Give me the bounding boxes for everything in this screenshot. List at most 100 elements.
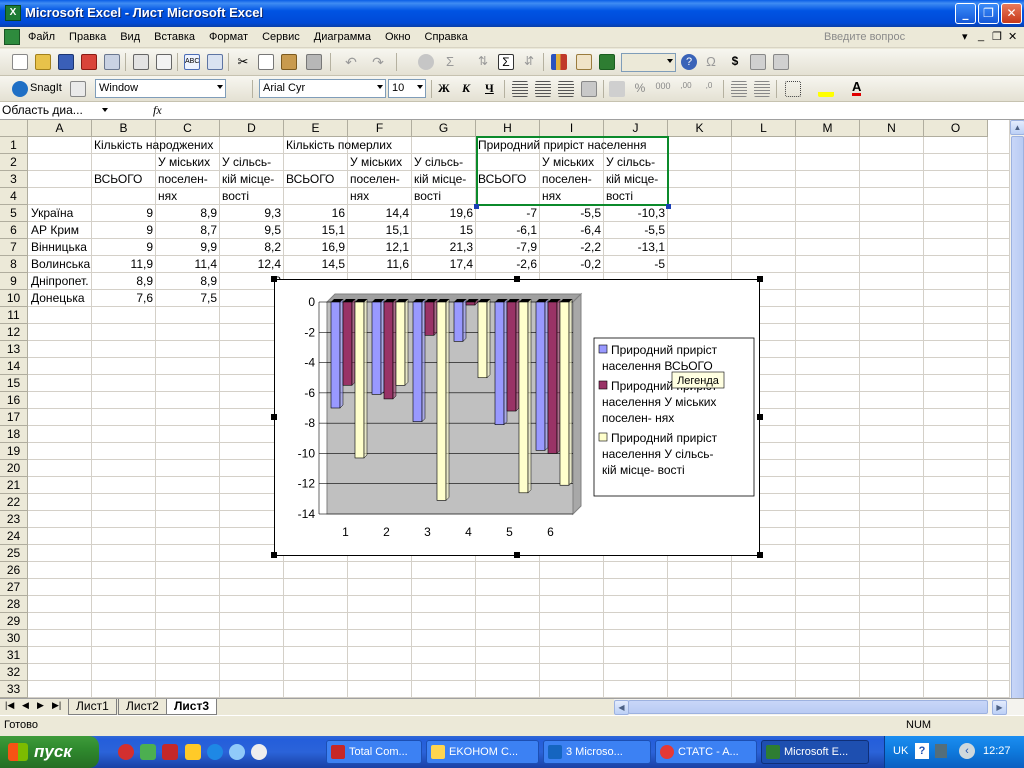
value-cell[interactable]: 14,5 xyxy=(284,256,345,272)
new-document-icon[interactable] xyxy=(12,54,28,70)
row-header[interactable]: 6 xyxy=(0,222,28,239)
row-header[interactable]: 13 xyxy=(0,341,28,358)
menu-format[interactable]: Формат xyxy=(209,31,248,43)
bar-2[interactable] xyxy=(342,301,353,386)
bar-1[interactable] xyxy=(330,301,341,409)
selection-handle[interactable] xyxy=(474,204,479,209)
email-icon[interactable] xyxy=(104,54,120,70)
menu-edit[interactable]: Правка xyxy=(69,31,106,43)
row-header[interactable]: 2 xyxy=(0,154,28,171)
value-cell[interactable]: 17,4 xyxy=(412,256,473,272)
workbook-icon[interactable] xyxy=(4,29,20,45)
bar-side-3[interactable] xyxy=(445,298,450,501)
column-header[interactable]: B xyxy=(92,120,156,137)
save-icon[interactable] xyxy=(58,54,74,70)
column-header[interactable]: L xyxy=(732,120,796,137)
cut-icon[interactable]: ✂ xyxy=(235,54,251,70)
value-cell[interactable]: 16 xyxy=(284,205,345,221)
tray-app-icon[interactable] xyxy=(935,744,947,758)
vertical-scrollbar[interactable]: ▲ xyxy=(1009,120,1024,700)
chart-resize-handle[interactable] xyxy=(757,552,763,558)
region-cell[interactable]: Донецька xyxy=(31,290,92,306)
autosum-icon[interactable]: Σ xyxy=(442,54,458,70)
column-header[interactable]: C xyxy=(156,120,220,137)
value-cell[interactable]: 15,1 xyxy=(284,222,345,238)
value-cell[interactable]: 8,2 xyxy=(220,239,281,255)
column-header[interactable]: A xyxy=(28,120,92,137)
row-header[interactable]: 12 xyxy=(0,324,28,341)
row-header[interactable]: 25 xyxy=(0,545,28,562)
bar-2[interactable] xyxy=(547,301,558,454)
task-excel[interactable]: Microsoft E... xyxy=(761,740,869,764)
row-header[interactable]: 11 xyxy=(0,307,28,324)
scroll-up-icon[interactable]: ▲ xyxy=(1010,120,1024,135)
bold-button[interactable]: Ж xyxy=(438,81,450,96)
row-header[interactable]: 1 xyxy=(0,137,28,154)
drawing-icon[interactable] xyxy=(576,54,592,70)
align-left-icon[interactable] xyxy=(512,81,528,97)
value-cell[interactable]: 19,6 xyxy=(412,205,473,221)
bar-2[interactable] xyxy=(383,301,394,400)
value-cell[interactable]: -6,4 xyxy=(540,222,601,238)
row-header[interactable]: 27 xyxy=(0,579,28,596)
column-header[interactable]: H xyxy=(476,120,540,137)
column-header[interactable]: M xyxy=(796,120,860,137)
row-header[interactable]: 22 xyxy=(0,494,28,511)
font-color-icon[interactable]: A xyxy=(852,80,862,96)
value-cell[interactable]: -7 xyxy=(476,205,537,221)
value-cell[interactable]: 14,4 xyxy=(348,205,409,221)
sheet-tab-active[interactable]: Лист3 xyxy=(166,699,218,715)
bar-2[interactable] xyxy=(465,301,476,306)
chart-resize-handle[interactable] xyxy=(271,552,277,558)
bar-side-1[interactable] xyxy=(462,298,467,342)
print-icon[interactable] xyxy=(133,54,149,70)
quicklaunch-app-icon[interactable] xyxy=(185,744,201,760)
quicklaunch-app-icon[interactable] xyxy=(207,744,223,760)
bar-2[interactable] xyxy=(506,301,517,412)
prev-sheet-icon[interactable]: ◀ xyxy=(22,700,29,711)
value-cell[interactable]: 11,9 xyxy=(92,256,153,272)
chart-resize-handle[interactable] xyxy=(514,552,520,558)
snagit-icon[interactable] xyxy=(12,81,28,97)
sheet-tab-1[interactable]: Лист1 xyxy=(68,699,117,715)
help-tray-icon[interactable]: ? xyxy=(915,743,929,759)
start-button[interactable]: пуск xyxy=(0,736,99,768)
column-header[interactable]: D xyxy=(220,120,284,137)
bar-1[interactable] xyxy=(453,301,464,342)
value-cell[interactable]: -7,9 xyxy=(476,239,537,255)
row-header[interactable]: 31 xyxy=(0,647,28,664)
bar-3[interactable] xyxy=(395,301,406,386)
task-word[interactable]: 3 Microso... xyxy=(543,740,651,764)
sort-desc-icon[interactable]: ⇵ xyxy=(521,54,537,70)
menu-insert[interactable]: Вставка xyxy=(154,31,195,43)
menu-tools[interactable]: Сервис xyxy=(262,31,300,43)
value-cell[interactable]: -10,3 xyxy=(604,205,665,221)
horizontal-scroll-thumb[interactable] xyxy=(628,700,988,714)
row-header[interactable]: 7 xyxy=(0,239,28,256)
region-cell[interactable]: Вінницька xyxy=(31,239,92,255)
bar-side-1[interactable] xyxy=(421,298,426,423)
vertical-scroll-thumb[interactable] xyxy=(1011,136,1024,700)
column-header[interactable]: G xyxy=(412,120,476,137)
print-preview-icon[interactable] xyxy=(156,54,172,70)
zoom-combo[interactable] xyxy=(621,53,676,72)
value-cell[interactable]: 11,6 xyxy=(348,256,409,272)
value-cell[interactable]: 9 xyxy=(92,205,153,221)
paste-icon[interactable] xyxy=(281,54,297,70)
doc-close-button[interactable]: ✕ xyxy=(1008,30,1017,43)
chart-resize-handle[interactable] xyxy=(514,276,520,282)
row-header[interactable]: 33 xyxy=(0,681,28,698)
bar-1[interactable] xyxy=(371,301,382,395)
help-question-box[interactable]: Введите вопрос xyxy=(818,29,958,46)
copy-icon[interactable] xyxy=(258,54,274,70)
bar-side-3[interactable] xyxy=(404,298,409,386)
italic-button[interactable]: К xyxy=(462,81,470,96)
sheet-tab-2[interactable]: Лист2 xyxy=(118,699,167,715)
research-icon[interactable] xyxy=(207,54,223,70)
region-cell[interactable]: Україна xyxy=(31,205,92,221)
increase-decimal-icon[interactable]: ,00 xyxy=(678,81,694,97)
column-header[interactable]: O xyxy=(924,120,988,137)
value-cell[interactable]: 12,4 xyxy=(220,256,281,272)
bar-side-1[interactable] xyxy=(544,298,549,452)
value-cell[interactable]: 16,9 xyxy=(284,239,345,255)
